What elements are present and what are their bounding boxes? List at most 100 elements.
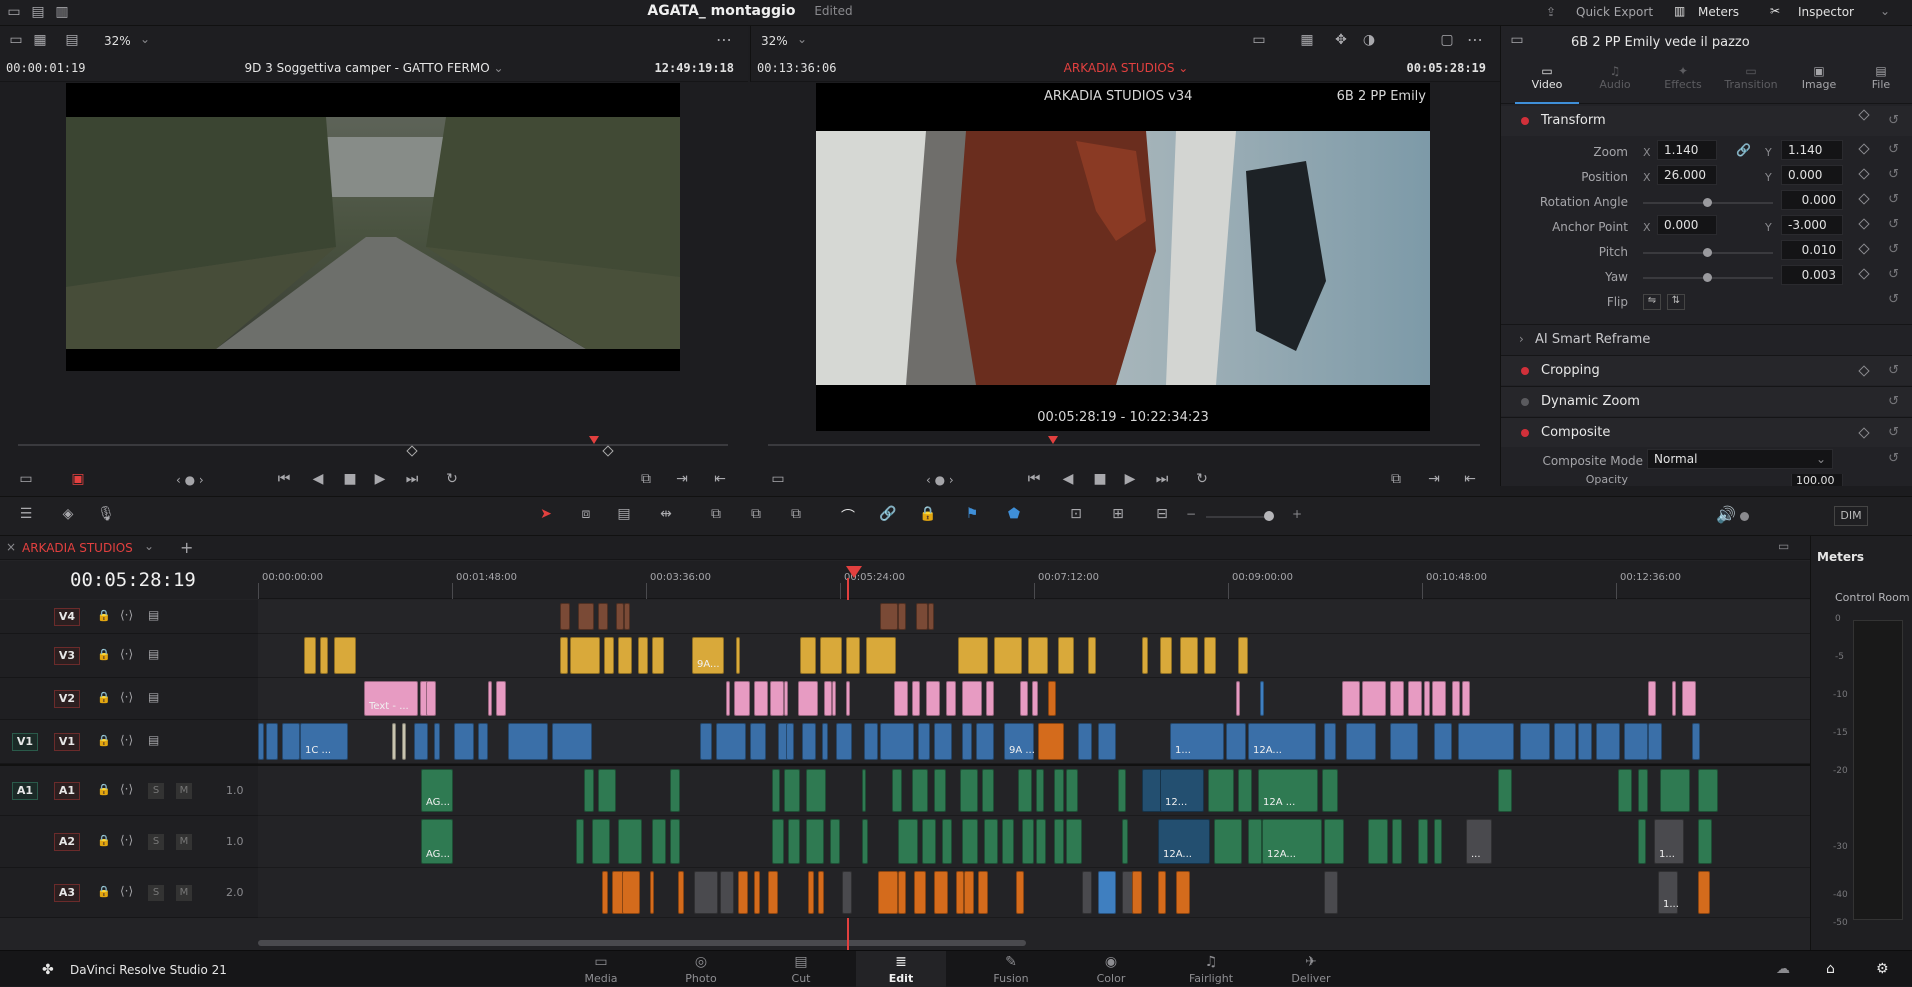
- tab-image[interactable]: ▣ Image: [1787, 64, 1851, 91]
- flip-vertical-icon[interactable]: ⇅: [1667, 294, 1685, 310]
- add-timeline-icon[interactable]: +: [180, 538, 193, 557]
- timeline-clip[interactable]: [694, 871, 718, 914]
- reset-icon[interactable]: ↺: [1888, 425, 1899, 440]
- timeline-clip[interactable]: [650, 871, 654, 914]
- timeline-clip[interactable]: [1016, 871, 1024, 914]
- tab-audio[interactable]: ♫ Audio: [1583, 64, 1647, 91]
- settings-icon[interactable]: ⚙: [1876, 961, 1889, 977]
- timeline-clip[interactable]: [1660, 769, 1690, 812]
- timeline-tab[interactable]: ARKADIA STUDIOS: [22, 541, 133, 555]
- lock-icon[interactable]: 🔒: [97, 691, 111, 704]
- zoom-detail-icon[interactable]: ⊞: [1108, 506, 1128, 522]
- timeline-clip[interactable]: [986, 681, 994, 716]
- mark-out-icon[interactable]: ⇥: [1424, 471, 1444, 487]
- reset-icon[interactable]: ↺: [1888, 242, 1899, 257]
- film-icon[interactable]: ▤: [148, 608, 159, 622]
- timeline-clip[interactable]: [1368, 819, 1388, 864]
- timeline-clip[interactable]: [602, 871, 608, 914]
- timeline-clip[interactable]: [894, 681, 908, 716]
- timeline-clip[interactable]: [1324, 723, 1336, 760]
- opacity-field[interactable]: 100.00: [1791, 474, 1843, 486]
- page-tab-cut[interactable]: ▤ Cut: [756, 951, 846, 987]
- timeline-clip[interactable]: [934, 871, 948, 914]
- timeline-clip[interactable]: 1C ...: [300, 723, 348, 760]
- keyframe-icon[interactable]: [1858, 218, 1870, 230]
- timeline-clip[interactable]: [736, 637, 740, 674]
- reset-icon[interactable]: ↺: [1888, 363, 1899, 378]
- slider-handle[interactable]: [1703, 273, 1712, 282]
- timeline-clip[interactable]: [670, 769, 680, 812]
- position-y-field[interactable]: 0.000: [1781, 165, 1843, 185]
- zoom-full-icon[interactable]: ⊡: [1066, 506, 1086, 522]
- timeline-clip[interactable]: [1036, 769, 1044, 812]
- blade-tool-icon[interactable]: ⇹: [656, 506, 676, 522]
- timeline-clip[interactable]: [570, 637, 600, 674]
- timeline-clip[interactable]: [770, 681, 784, 716]
- timeline-clip[interactable]: [560, 637, 568, 674]
- timeline-clip[interactable]: [598, 769, 616, 812]
- dynamic-zoom-section-header[interactable]: Dynamic Zoom ↺: [1501, 386, 1912, 416]
- auto-select-icon[interactable]: ⟨·⟩: [120, 647, 133, 661]
- timeline-clip[interactable]: [1648, 723, 1662, 760]
- timeline-clip[interactable]: [560, 603, 570, 630]
- timeline-clip[interactable]: [402, 723, 406, 760]
- timeline-clip[interactable]: [784, 769, 800, 812]
- timeline-clip[interactable]: [788, 819, 800, 864]
- flip-horizontal-icon[interactable]: ⇋: [1643, 294, 1661, 310]
- in-marker[interactable]: [406, 445, 418, 457]
- timeline-clip[interactable]: [1578, 723, 1592, 760]
- link-icon[interactable]: 🔗: [878, 506, 898, 522]
- timeline-clip[interactable]: [1214, 819, 1242, 864]
- reset-icon[interactable]: ↺: [1888, 142, 1899, 157]
- dim-button[interactable]: DIM: [1834, 506, 1868, 526]
- timeline-clip[interactable]: [1322, 769, 1338, 812]
- timeline-clip[interactable]: [934, 769, 946, 812]
- timeline-clip[interactable]: [918, 723, 930, 760]
- page-tab-fusion[interactable]: ✎ Fusion: [966, 951, 1056, 987]
- timeline-clip[interactable]: [926, 681, 940, 716]
- timeline-clip[interactable]: [1032, 681, 1038, 716]
- timeline-clip[interactable]: 1...: [1658, 871, 1679, 914]
- timeline-clip[interactable]: [1238, 637, 1248, 674]
- source-clip-name[interactable]: 9D 3 Soggettiva camper - GATTO FERMO: [244, 61, 489, 75]
- timeline-clip[interactable]: [1038, 723, 1064, 760]
- source-patch-a1[interactable]: A1: [12, 782, 38, 800]
- timeline-clip[interactable]: [1158, 871, 1166, 914]
- timeline-clip[interactable]: [822, 723, 828, 760]
- timeline-clip[interactable]: [1238, 769, 1252, 812]
- timeline-clip[interactable]: [994, 637, 1022, 674]
- lock-icon[interactable]: 🔒: [97, 609, 111, 622]
- tab-transition[interactable]: ▭ Transition: [1719, 64, 1783, 91]
- panel-layout-icon[interactable]: ▭: [1778, 539, 1789, 553]
- viewer-icon-2[interactable]: ▦: [30, 32, 50, 48]
- track-label-v4[interactable]: V4: [54, 608, 80, 626]
- enable-dot[interactable]: [1521, 117, 1529, 125]
- timeline-clip[interactable]: [1418, 819, 1428, 864]
- inspector-button[interactable]: Inspector: [1798, 5, 1854, 19]
- timeline-clip[interactable]: [652, 819, 666, 864]
- trim-tool-icon[interactable]: ⧈: [576, 506, 596, 522]
- zoom-slider-handle[interactable]: [1264, 511, 1274, 521]
- timeline-clip[interactable]: [1018, 769, 1032, 812]
- go-to-end-icon[interactable]: ⏭: [1152, 471, 1172, 487]
- reset-icon[interactable]: ↺: [1888, 451, 1899, 466]
- timeline-clip[interactable]: [800, 637, 816, 674]
- keyframe-icon[interactable]: [1858, 427, 1870, 439]
- microphone-icon[interactable]: 🎙: [96, 506, 116, 522]
- timeline-clip[interactable]: [1362, 681, 1386, 716]
- page-tab-deliver[interactable]: ✈ Deliver: [1266, 951, 1356, 987]
- timeline-clip[interactable]: [898, 871, 906, 914]
- timeline-clip[interactable]: [912, 681, 920, 716]
- timeline-clip[interactable]: [862, 769, 866, 812]
- source-patch-v1[interactable]: V1: [12, 733, 38, 751]
- timeline-clip[interactable]: [1346, 723, 1376, 760]
- hdr-icon[interactable]: ▦: [1297, 32, 1317, 48]
- timeline-clip[interactable]: [880, 603, 898, 630]
- timeline-clip[interactable]: [878, 871, 898, 914]
- cropping-section-header[interactable]: Cropping ↺: [1501, 355, 1912, 385]
- timeline-clip[interactable]: [434, 723, 440, 760]
- zoom-custom-icon[interactable]: ⊟: [1152, 506, 1172, 522]
- keyframe-icon[interactable]: [1858, 143, 1870, 155]
- film-icon[interactable]: ▤: [148, 647, 159, 661]
- lock-icon[interactable]: 🔒: [97, 885, 111, 898]
